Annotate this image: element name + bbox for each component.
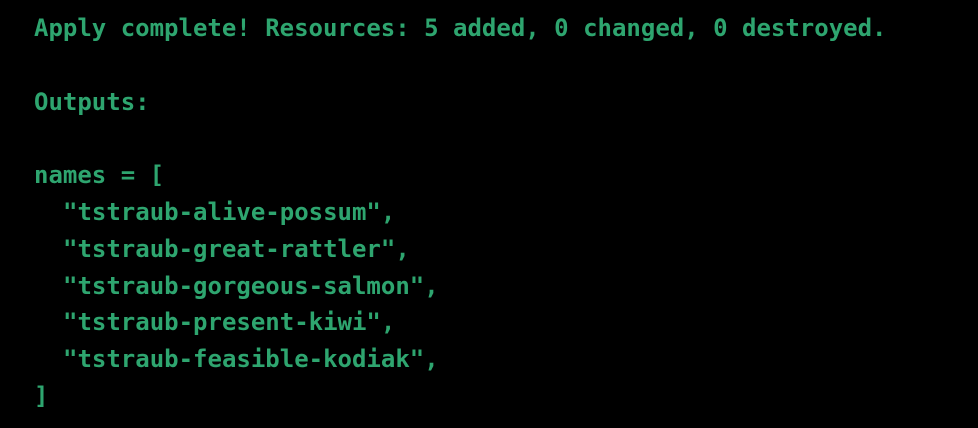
names-list-close: ] bbox=[34, 381, 49, 410]
output-name-item: "tstraub-great-rattler", bbox=[63, 234, 410, 263]
outputs-header: Outputs: bbox=[34, 87, 150, 116]
names-list-open: names = [ bbox=[34, 161, 165, 190]
output-name-item: "tstraub-present-kiwi", bbox=[63, 308, 396, 337]
output-name-item: "tstraub-alive-possum", bbox=[63, 197, 396, 226]
output-name-item: "tstraub-feasible-kodiak", bbox=[63, 345, 439, 374]
terminal-window: Apply complete! Resources: 5 added, 0 ch… bbox=[0, 0, 978, 428]
output-name-item: "tstraub-gorgeous-salmon", bbox=[63, 271, 439, 300]
apply-complete-message: Apply complete! Resources: 5 added, 0 ch… bbox=[34, 14, 887, 42]
